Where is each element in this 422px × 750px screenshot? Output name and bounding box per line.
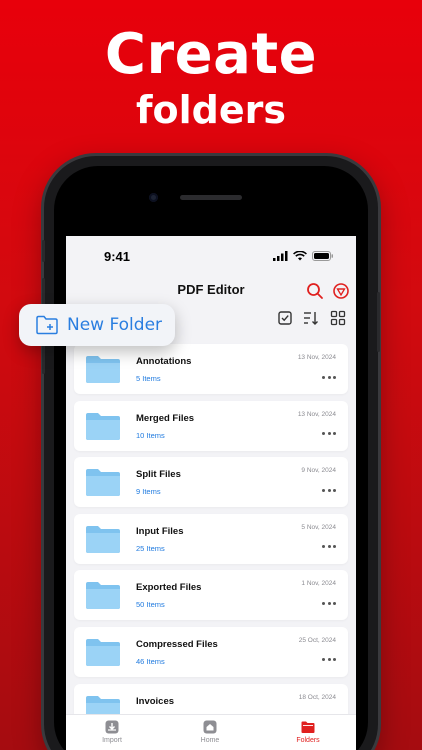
tab-folders[interactable]: Folders	[278, 719, 338, 744]
tab-folders-label: Folders	[296, 737, 320, 744]
more-options-icon[interactable]	[322, 544, 336, 550]
folder-date: 25 Oct, 2024	[298, 636, 336, 644]
tab-import-label: Import	[102, 737, 122, 744]
home-icon	[203, 720, 217, 734]
folder-icon	[86, 469, 120, 497]
folder-row-split-files[interactable]: Split Files 9 Items 9 Nov, 2024	[74, 457, 348, 508]
wifi-icon	[293, 251, 307, 261]
folder-name: Merged Files	[136, 412, 195, 424]
folder-item-count: 50 Items	[136, 600, 165, 610]
more-options-icon[interactable]	[322, 487, 336, 493]
folder-name: Annotations	[136, 356, 192, 367]
folder-row-input-files[interactable]: Input Files 25 Items 5 Nov, 2024	[74, 513, 348, 564]
folder-list: Annotations 5 Items 13 Nov, 2024 Merged …	[74, 344, 348, 740]
more-options-icon[interactable]	[322, 600, 336, 606]
more-options-icon[interactable]	[322, 374, 336, 380]
folder-add-icon	[36, 315, 58, 335]
phone-side-button	[42, 240, 45, 262]
folder-date: 9 Nov, 2024	[301, 467, 336, 475]
folder-row-merged-files[interactable]: Merged Files 10 Items 13 Nov, 2024	[74, 400, 348, 451]
phone-power-button	[377, 292, 380, 352]
new-folder-button[interactable]: New Folder	[19, 304, 175, 346]
folder-icon	[301, 721, 315, 733]
tab-home[interactable]: Home	[180, 719, 240, 744]
folder-date: 5 Nov, 2024	[301, 523, 336, 531]
folder-date: 13 Nov, 2024	[297, 410, 336, 418]
cellular-signal-icon	[273, 251, 288, 261]
tab-bar: Import Home Folders	[66, 714, 356, 750]
folder-item-count: 10 Items	[136, 430, 165, 440]
phone-speaker	[180, 195, 242, 200]
select-checkbox-icon[interactable]	[276, 309, 294, 327]
folder-icon	[86, 356, 120, 383]
import-icon	[105, 720, 119, 734]
battery-icon	[312, 251, 333, 261]
phone-camera	[149, 193, 158, 202]
folder-item-count: 46 Items	[136, 656, 165, 666]
tab-import[interactable]: Import	[82, 719, 142, 744]
folder-name: Exported Files	[136, 582, 202, 594]
folder-item-count: 9 Items	[136, 487, 161, 497]
folder-item-count: 25 Items	[136, 543, 165, 553]
status-time: 9:41	[104, 248, 131, 264]
folder-icon	[86, 638, 120, 666]
folder-date: 18 Oct, 2024	[298, 693, 336, 701]
folder-name: Invoices	[136, 695, 175, 707]
new-folder-label: New Folder	[67, 315, 163, 335]
tab-home-label: Home	[200, 737, 220, 744]
more-options-icon[interactable]	[322, 431, 336, 437]
folder-icon	[86, 582, 120, 610]
folder-name: Input Files	[136, 525, 184, 537]
folder-item-count: 5 Items	[136, 374, 161, 383]
search-icon[interactable]	[306, 282, 324, 300]
folder-row-compressed-files[interactable]: Compressed Files 46 Items 25 Oct, 2024	[74, 626, 348, 677]
grid-view-icon[interactable]	[329, 309, 347, 327]
status-icons	[273, 251, 334, 261]
more-options-icon[interactable]	[322, 657, 336, 663]
sort-icon[interactable]	[302, 309, 320, 327]
folder-date: 1 Nov, 2024	[301, 580, 336, 588]
folder-date: 13 Nov, 2024	[297, 354, 336, 361]
folder-row-exported-files[interactable]: Exported Files 50 Items 1 Nov, 2024	[74, 570, 348, 621]
folder-name: Split Files	[136, 469, 181, 481]
status-bar: 9:41	[66, 236, 356, 276]
headline-create: Create	[104, 22, 318, 87]
headline-folders: folders	[136, 88, 286, 132]
folder-icon	[86, 412, 120, 440]
folder-icon	[86, 525, 120, 553]
folder-row-annotations[interactable]: Annotations 5 Items 13 Nov, 2024	[74, 344, 348, 394]
folder-name: Compressed Files	[136, 638, 218, 650]
settings-icon[interactable]	[332, 282, 350, 300]
